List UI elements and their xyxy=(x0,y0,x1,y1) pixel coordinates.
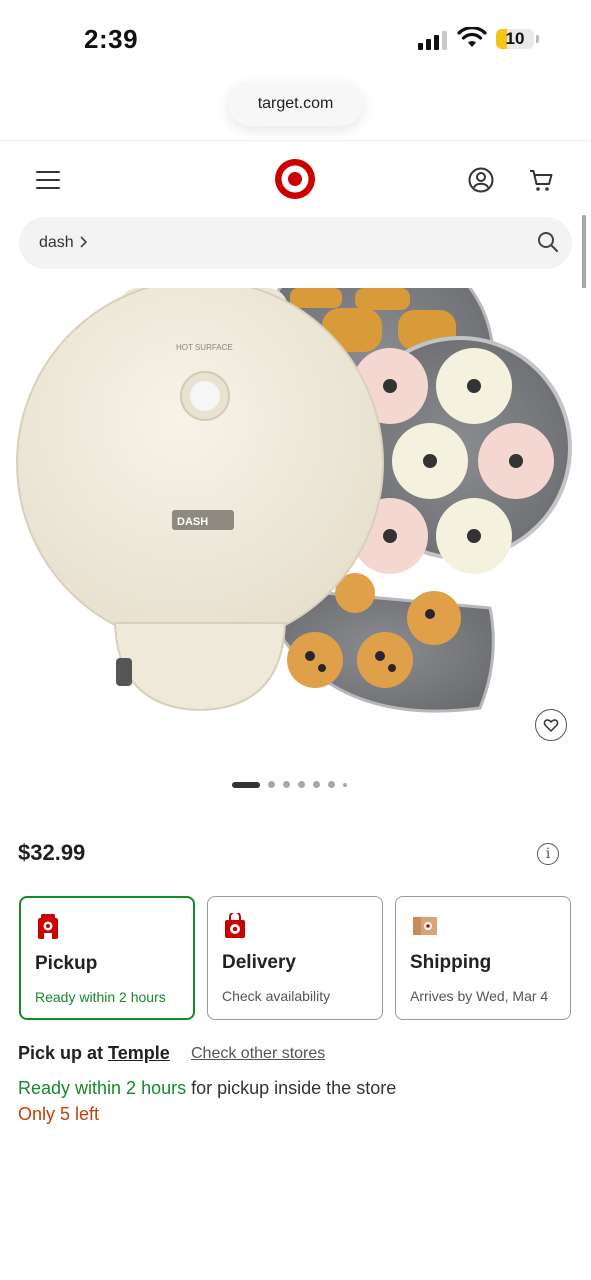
menu-icon[interactable] xyxy=(36,169,62,191)
site-header: dash xyxy=(0,140,591,289)
product-image[interactable]: HOT SURFACE DASH xyxy=(0,288,591,758)
carousel-dot[interactable] xyxy=(343,782,347,787)
carousel-dot[interactable] xyxy=(313,781,320,788)
carousel-dot-active[interactable] xyxy=(232,781,260,788)
pickup-readiness: Ready within 2 hours for pickup inside t… xyxy=(18,1078,396,1099)
option-subtitle: Ready within 2 hours xyxy=(35,989,166,1005)
search-bar[interactable]: dash xyxy=(19,217,572,269)
option-title: Delivery xyxy=(222,952,296,973)
pickup-label: Pick up at xyxy=(18,1043,104,1063)
chevron-right-icon xyxy=(80,236,88,248)
product-photo: HOT SURFACE DASH xyxy=(16,288,572,713)
brand-logo-label: DASH xyxy=(177,516,208,528)
product-price: $32.99 xyxy=(18,840,86,865)
store-name-link[interactable]: Temple xyxy=(108,1043,170,1063)
carousel-dot[interactable] xyxy=(298,781,305,788)
fulfillment-option-delivery[interactable]: Delivery Check availability xyxy=(207,896,383,1020)
search-icon[interactable] xyxy=(537,231,559,253)
ready-detail: for pickup inside the store xyxy=(186,1078,397,1098)
target-logo-icon[interactable] xyxy=(274,158,316,200)
carousel-dot[interactable] xyxy=(328,781,335,788)
check-other-stores-link[interactable]: Check other stores xyxy=(191,1045,325,1063)
carousel-dot[interactable] xyxy=(268,781,275,788)
info-icon[interactable]: i xyxy=(537,843,559,865)
heart-icon xyxy=(543,719,559,732)
battery-cap xyxy=(536,35,539,43)
pickup-store-line: Pick up at Temple xyxy=(18,1043,170,1064)
status-bar: 2:39 10 xyxy=(0,0,591,80)
hot-surface-label: HOT SURFACE xyxy=(176,343,233,352)
status-time: 2:39 xyxy=(84,24,139,54)
battery-level: 10 xyxy=(505,29,525,48)
cart-icon[interactable] xyxy=(528,167,554,193)
favorite-button[interactable] xyxy=(535,709,567,741)
image-carousel-indicator[interactable] xyxy=(232,781,347,788)
fulfillment-option-pickup[interactable]: Pickup Ready within 2 hours xyxy=(19,896,195,1020)
cellular-signal-icon xyxy=(418,30,447,50)
battery-icon: 10 xyxy=(496,29,534,49)
delivery-bag-icon xyxy=(225,913,245,938)
fulfillment-option-shipping[interactable]: Shipping Arrives by Wed, Mar 4 xyxy=(395,896,571,1020)
option-title: Shipping xyxy=(410,952,492,973)
option-subtitle: Check availability xyxy=(222,988,331,1004)
shipping-box-icon xyxy=(413,917,437,935)
account-icon[interactable] xyxy=(468,167,494,193)
stock-status: Only 5 left xyxy=(18,1104,100,1124)
option-title: Pickup xyxy=(35,953,98,974)
option-subtitle: Arrives by Wed, Mar 4 xyxy=(410,988,549,1004)
search-input[interactable]: dash xyxy=(39,217,74,269)
carousel-dot[interactable] xyxy=(283,781,290,788)
url-bar[interactable]: target.com xyxy=(228,82,363,126)
ready-time: Ready within 2 hours xyxy=(18,1078,187,1098)
store-pickup-icon xyxy=(38,914,58,939)
wifi-icon xyxy=(457,27,487,47)
